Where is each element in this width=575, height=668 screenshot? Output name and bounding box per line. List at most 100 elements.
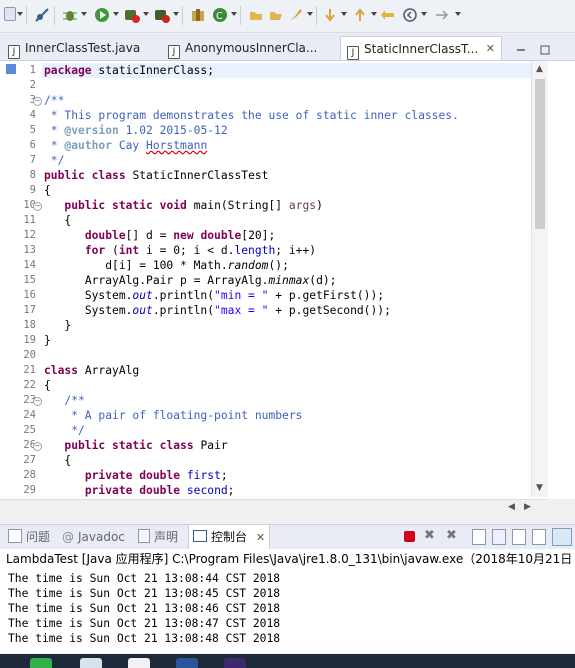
- coverage-icon[interactable]: [154, 7, 170, 23]
- annotation-next-icon[interactable]: [322, 7, 338, 23]
- fold-toggle-icon[interactable]: −: [33, 397, 42, 406]
- console-line: The time is Sun Oct 21 13:08:44 CST 2018: [8, 572, 281, 585]
- line-number: 14: [23, 259, 36, 271]
- line-number: 27: [23, 454, 36, 466]
- debug-icon[interactable]: [62, 7, 78, 23]
- scrollbar-thumb[interactable]: [535, 79, 545, 229]
- line-number: 29: [23, 484, 36, 496]
- scroll-down-icon[interactable]: ▼: [536, 483, 543, 493]
- line-number: 25: [23, 424, 36, 436]
- line-number: 11: [23, 214, 36, 226]
- eclipse-icon[interactable]: [224, 658, 246, 668]
- run-as-icon[interactable]: [124, 7, 140, 23]
- scroll-lock-icon[interactable]: [492, 529, 506, 545]
- back-icon[interactable]: [402, 7, 418, 23]
- code-line: public static class Pair: [64, 439, 228, 452]
- tab-javadoc[interactable]: @ Javadoc: [62, 525, 125, 549]
- explorer-icon[interactable]: [80, 658, 102, 668]
- fold-toggle-icon[interactable]: −: [33, 442, 42, 451]
- console-launch-description: LambdaTest [Java 应用程序] C:\Program Files\…: [0, 549, 575, 569]
- code-line: */: [44, 154, 65, 167]
- scroll-right-icon[interactable]: ▶: [524, 502, 531, 512]
- code-line: for (int i = 0; i < d.length; i++): [84, 244, 317, 257]
- java-file-icon: J: [347, 46, 359, 60]
- editor-horizontal-scrollbar[interactable]: ◀ ▶: [0, 499, 547, 516]
- line-number: 13: [23, 244, 36, 256]
- code-line: * A pair of floating-point numbers: [44, 409, 303, 422]
- taskbar: [0, 654, 575, 668]
- code-line: ArrayAlg.Pair p = ArrayAlg.minmax(d);: [84, 274, 337, 287]
- run-icon[interactable]: [94, 7, 110, 23]
- tab-console[interactable]: 控制台 ✕: [188, 525, 271, 549]
- problems-icon: [8, 529, 22, 543]
- code-editor[interactable]: 1 2 3 4 5 6 7 8 9 10 11 12 13 14 15 16 1…: [0, 61, 575, 499]
- code-line: * This program demonstrates the use of s…: [44, 109, 459, 122]
- code-line: {: [44, 454, 72, 467]
- scroll-up-icon[interactable]: ▲: [536, 64, 543, 74]
- line-number: 28: [23, 469, 36, 481]
- code-line: {: [44, 214, 72, 227]
- forward-icon[interactable]: [434, 7, 450, 23]
- code-line: private double first;: [84, 469, 228, 482]
- code-line: package staticInnerClass;: [44, 64, 215, 77]
- terminate-icon[interactable]: [404, 531, 415, 542]
- fold-toggle-icon[interactable]: −: [33, 202, 42, 211]
- line-number: 19: [23, 334, 36, 346]
- console-line: The time is Sun Oct 21 13:08:46 CST 2018: [8, 602, 281, 615]
- tab-anonymous-inner-class[interactable]: J AnonymousInnerCla...: [168, 36, 328, 60]
- main-toolbar: C: [0, 0, 575, 33]
- close-icon[interactable]: ✕: [256, 531, 265, 544]
- remove-launch-icon[interactable]: ✖: [424, 528, 435, 543]
- new-java-class-icon[interactable]: C: [212, 7, 228, 23]
- fold-toggle-icon[interactable]: −: [33, 97, 42, 106]
- code-line: System.out.println("min = " + p.getFirst…: [84, 289, 385, 302]
- minimize-icon[interactable]: [516, 40, 526, 51]
- code-line: /**: [44, 94, 65, 107]
- line-number: 6: [29, 139, 36, 151]
- console-output[interactable]: The time is Sun Oct 21 13:08:44 CST 2018…: [0, 569, 575, 653]
- editor-vertical-scrollbar[interactable]: ▲ ▼: [531, 61, 548, 497]
- code-line: * @author Cay Horstmann: [44, 139, 208, 152]
- svg-text:C: C: [216, 11, 223, 22]
- new-icon[interactable]: [4, 7, 16, 21]
- line-number: 21: [23, 364, 36, 376]
- line-number: 22: [23, 379, 36, 391]
- open-type-icon[interactable]: [248, 7, 264, 23]
- line-number: 17: [23, 304, 36, 316]
- java-file-icon: J: [168, 45, 180, 59]
- line-number: 24: [23, 409, 36, 421]
- browser-icon[interactable]: [128, 658, 150, 668]
- console-line: The time is Sun Oct 21 13:08:48 CST 2018: [8, 632, 281, 645]
- remove-all-terminated-icon[interactable]: ✖: [446, 528, 457, 543]
- word-icon[interactable]: [176, 658, 198, 668]
- declaration-icon: [138, 529, 150, 543]
- chevron-down-icon[interactable]: [17, 12, 23, 16]
- open-folder-icon[interactable]: [268, 7, 284, 23]
- tab-declaration[interactable]: 声明: [138, 525, 178, 549]
- maximize-icon[interactable]: [540, 40, 550, 55]
- line-number: 15: [23, 274, 36, 286]
- code-line: */: [44, 424, 85, 437]
- word-wrap-icon[interactable]: [512, 529, 526, 545]
- display-console-icon[interactable]: [552, 528, 572, 546]
- close-icon[interactable]: ✕: [486, 37, 495, 60]
- tab-label: AnonymousInnerCla...: [185, 41, 318, 55]
- pin-console-icon[interactable]: [532, 529, 546, 545]
- tab-inner-class-test[interactable]: J InnerClassTest.java: [8, 36, 163, 60]
- wechat-icon[interactable]: [30, 658, 52, 668]
- code-line: private double second;: [84, 484, 235, 497]
- clear-console-icon[interactable]: [472, 529, 486, 545]
- scroll-left-icon[interactable]: ◀: [508, 502, 515, 512]
- last-edit-icon[interactable]: [380, 7, 396, 23]
- line-number: 18: [23, 319, 36, 331]
- open-task-icon[interactable]: [288, 7, 304, 23]
- new-java-package-icon[interactable]: [190, 7, 206, 23]
- console-icon: [193, 530, 207, 542]
- skip-breakpoints-icon[interactable]: [34, 7, 50, 23]
- code-line: * @version 1.02 2015-05-12: [44, 124, 228, 137]
- line-number: 1: [29, 64, 36, 76]
- annotation-prev-icon[interactable]: [352, 7, 368, 23]
- tab-static-inner-class-test[interactable]: J StaticInnerClassT... ✕: [340, 36, 502, 60]
- tab-problems[interactable]: 问题: [8, 525, 50, 549]
- code-line: {: [44, 379, 51, 392]
